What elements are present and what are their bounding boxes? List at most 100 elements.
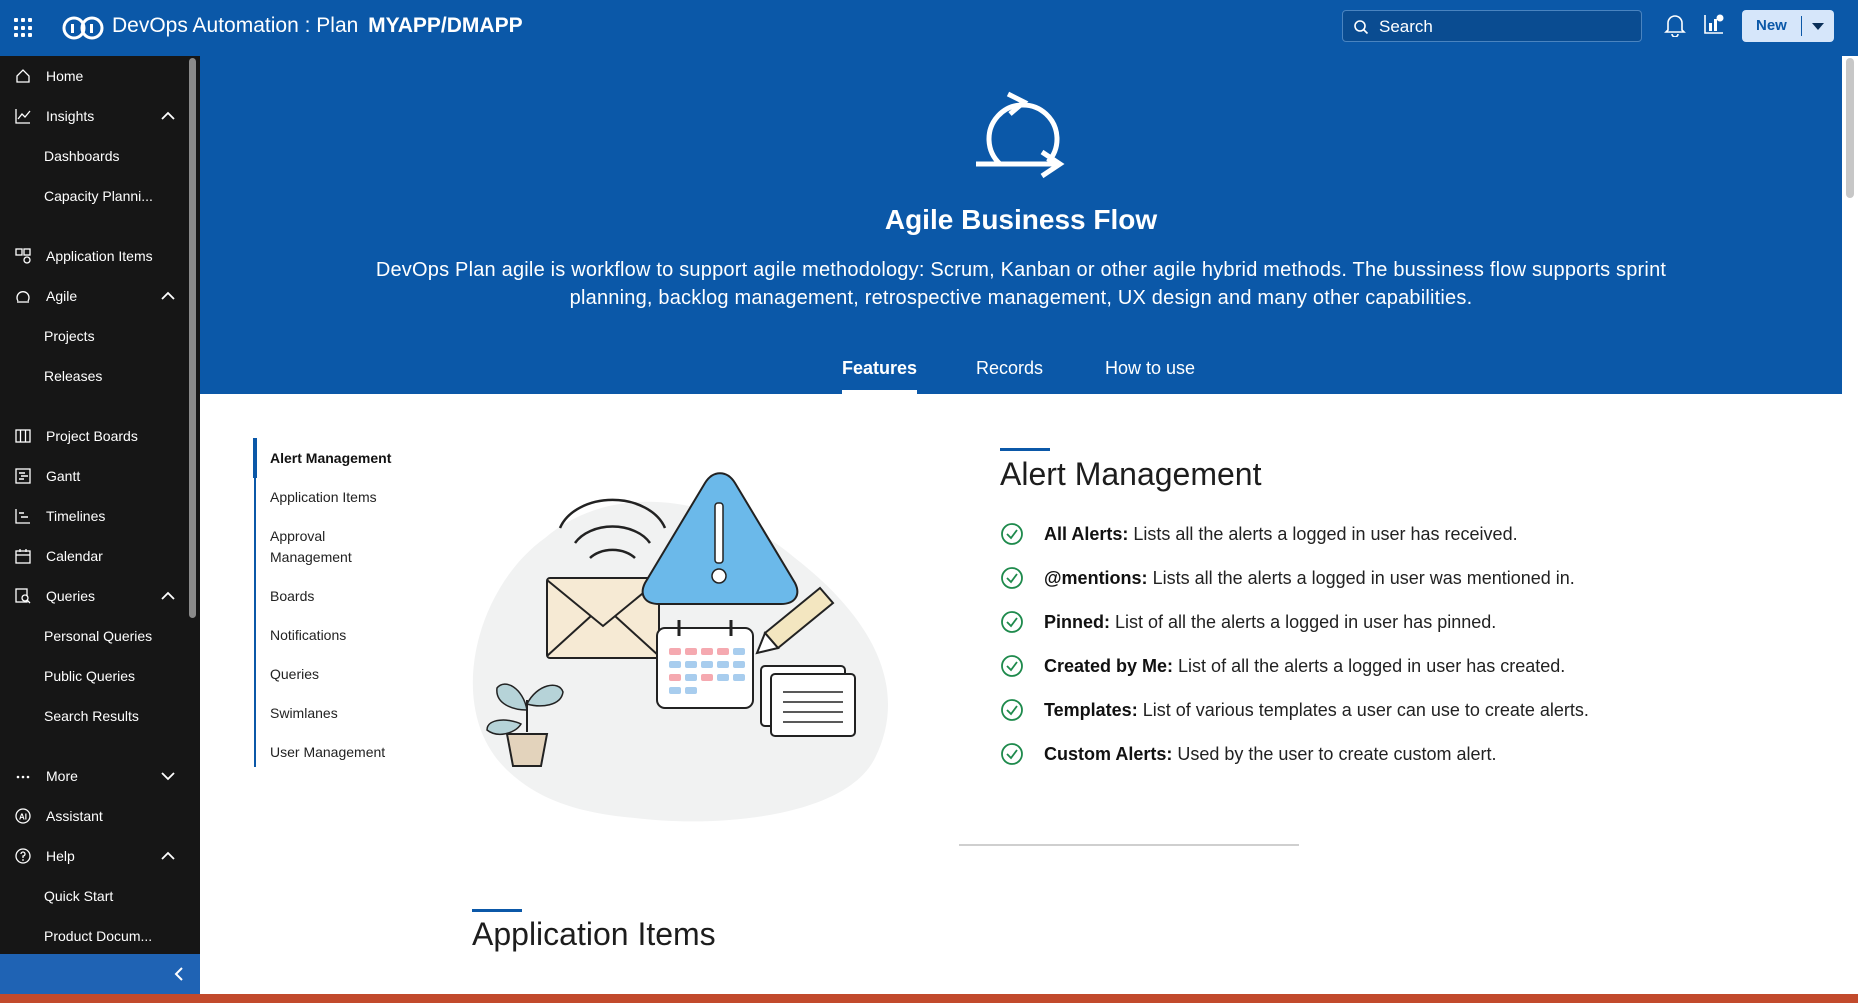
chevron-up-icon[interactable] <box>160 109 176 123</box>
sidebar-item-help[interactable]: Help <box>0 836 186 876</box>
top-bar: DevOps Automation : Plan MYAPP/DMAPP Sea… <box>0 0 1858 56</box>
sidebar-item-label: Projects <box>44 328 95 344</box>
search-box[interactable]: Search <box>1342 10 1642 42</box>
sidebar-item-gantt[interactable]: Gantt <box>0 456 186 496</box>
sidebar-scrollbar[interactable] <box>189 58 196 618</box>
sidebar-item-label: Releases <box>44 368 103 384</box>
feature-nav-item-application-items[interactable]: Application Items <box>256 487 434 508</box>
feature-nav-item-queries[interactable]: Queries <box>256 664 434 685</box>
sidebar-item-capacity-planning[interactable]: Capacity Planni... <box>0 176 186 216</box>
calendar-icon <box>15 549 31 564</box>
tab-records[interactable]: Records <box>976 358 1043 379</box>
sidebar-item-quick-start[interactable]: Quick Start <box>0 876 186 916</box>
chevron-left-icon[interactable] <box>172 966 186 982</box>
search-icon <box>1354 20 1369 35</box>
sidebar-item-public-queries[interactable]: Public Queries <box>0 656 186 696</box>
check-circle-icon <box>1001 655 1023 677</box>
notification-bell-icon[interactable] <box>1664 13 1686 37</box>
feature-nav-item-alert-management[interactable]: Alert Management <box>253 438 434 478</box>
chevron-down-icon[interactable] <box>160 769 176 783</box>
sidebar-item-label: Assistant <box>46 808 103 824</box>
sidebar-collapse-bar[interactable] <box>0 954 200 994</box>
feature-nav-item-user-management[interactable]: User Management <box>256 742 434 763</box>
main-scrollbar-thumb[interactable] <box>1846 58 1854 198</box>
main-content: Agile Business Flow DevOps Plan agile is… <box>200 56 1842 994</box>
apps-grid-icon[interactable] <box>14 18 34 38</box>
check-circle-icon <box>1001 523 1023 545</box>
tab-how-to-use[interactable]: How to use <box>1105 358 1195 379</box>
hero-title: Agile Business Flow <box>884 204 1158 235</box>
sidebar-item-timelines[interactable]: Timelines <box>0 496 186 536</box>
chevron-up-icon[interactable] <box>160 289 176 303</box>
sidebar-item-label: Capacity Planni... <box>44 188 153 204</box>
sidebar-item-label: Search Results <box>44 708 139 724</box>
more-icon <box>16 775 30 779</box>
sidebar-item-label: Gantt <box>46 468 81 484</box>
sidebar-item-calendar[interactable]: Calendar <box>0 536 186 576</box>
sidebar-item-more[interactable]: More <box>0 756 186 796</box>
sidebar-item-application-items[interactable]: Application Items <box>0 236 186 276</box>
new-button[interactable]: New <box>1742 10 1834 42</box>
boards-icon <box>15 429 31 443</box>
feature-term: Pinned: <box>1044 612 1110 632</box>
feature-term: Custom Alerts: <box>1044 744 1173 764</box>
app-name: DevOps Automation : Plan <box>112 14 359 37</box>
sidebar-item-label: Application Items <box>46 248 153 264</box>
feature-nav-item-notifications[interactable]: Notifications <box>256 625 434 646</box>
alert-management-illustration <box>472 472 889 822</box>
application-items-icon <box>15 248 31 264</box>
check-circle-icon <box>1001 611 1023 633</box>
sidebar-item-product-documentation[interactable]: Product Docum... <box>0 916 186 956</box>
section-divider <box>959 844 1299 846</box>
sidebar-item-projects[interactable]: Projects <box>0 316 186 356</box>
assistant-icon: AI <box>15 808 31 824</box>
check-circle-icon <box>1001 743 1023 765</box>
sidebar-item-releases[interactable]: Releases <box>0 356 186 396</box>
feature-term: Created by Me: <box>1044 656 1174 676</box>
sidebar-item-home[interactable]: Home <box>0 56 186 96</box>
help-icon <box>15 848 31 864</box>
feature-term: @mentions: <box>1044 568 1148 588</box>
sidebar-item-label: Calendar <box>46 548 103 564</box>
feature-desc: List of all the alerts a logged in user … <box>1173 656 1566 676</box>
sidebar-item-queries[interactable]: Queries <box>0 576 186 616</box>
tab-features[interactable]: Features <box>842 358 918 394</box>
check-circle-icon <box>1001 567 1023 589</box>
home-icon <box>16 69 30 83</box>
feature-nav-item-approval-management[interactable]: Approval Management <box>256 526 366 568</box>
chevron-up-icon[interactable] <box>160 589 176 603</box>
caret-down-icon[interactable] <box>1812 23 1824 30</box>
tab-bar: Features Records How to use <box>200 358 1842 394</box>
feature-desc: Lists all the alerts a logged in user ha… <box>1128 524 1518 544</box>
sidebar-item-assistant[interactable]: AI Assistant <box>0 796 186 836</box>
project-name: MYAPP/DMAPP <box>368 14 523 37</box>
section-title-alert-management: Alert Management <box>1000 456 1262 492</box>
sidebar-item-dashboards[interactable]: Dashboards <box>0 136 186 176</box>
insights-icon <box>15 109 31 124</box>
sidebar-item-project-boards[interactable]: Project Boards <box>0 416 186 456</box>
feature-nav-item-boards[interactable]: Boards <box>256 586 434 607</box>
sidebar-item-insights[interactable]: Insights <box>0 96 186 136</box>
sidebar-item-label: Queries <box>46 588 96 604</box>
sidebar-item-search-results[interactable]: Search Results <box>0 696 186 736</box>
queries-icon <box>15 588 31 604</box>
svg-text:AI: AI <box>19 813 27 822</box>
feature-nav-item-swimlanes[interactable]: Swimlanes <box>256 703 434 724</box>
chevron-up-icon[interactable] <box>160 849 176 863</box>
sidebar-item-label: Quick Start <box>44 888 114 904</box>
feature-term: All Alerts: <box>1044 524 1129 544</box>
sidebar-item-label: Insights <box>46 108 95 124</box>
sidebar-item-personal-queries[interactable]: Personal Queries <box>0 616 186 656</box>
sidebar-item-label: Product Docum... <box>44 928 153 944</box>
main-scrollbar[interactable] <box>1842 56 1858 994</box>
sidebar-item-label: Project Boards <box>46 428 138 444</box>
sidebar-item-label: Public Queries <box>44 668 136 684</box>
app-title: DevOps Automation : Plan MYAPP/DMAPP <box>112 14 523 38</box>
devops-logo-icon <box>62 16 104 40</box>
feature-desc: Used by the user to create custom alert. <box>1172 744 1497 764</box>
sidebar-item-label: Dashboards <box>44 148 120 164</box>
analytics-icon[interactable] <box>1703 13 1725 35</box>
agile-icon <box>16 291 30 303</box>
sidebar-item-agile[interactable]: Agile <box>0 276 186 316</box>
sidebar-item-label: Help <box>46 848 75 864</box>
